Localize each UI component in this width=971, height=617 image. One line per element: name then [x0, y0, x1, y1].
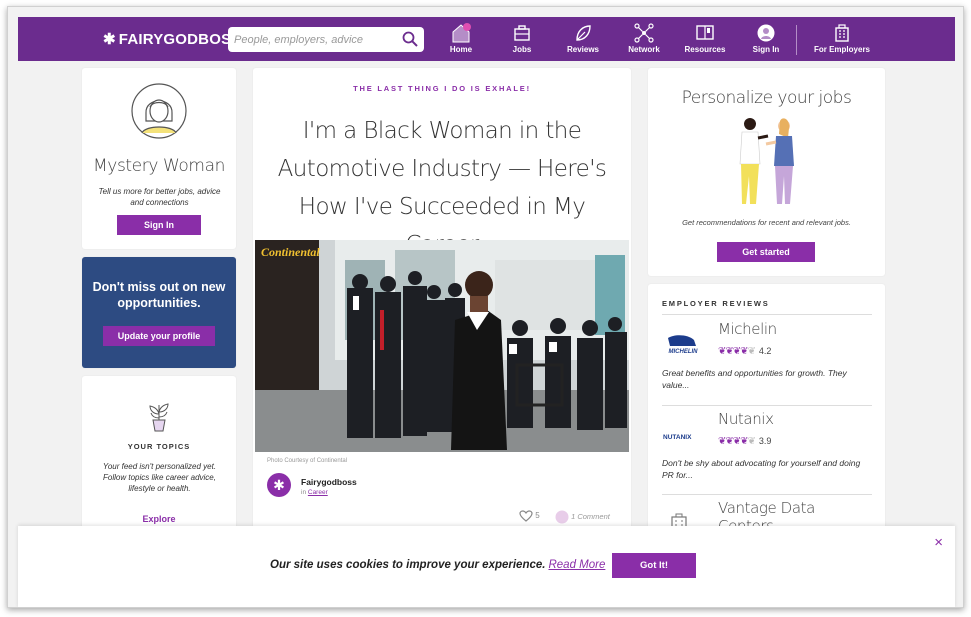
michelin-logo: MICHELIN — [662, 334, 704, 356]
divider — [662, 494, 872, 495]
top-navbar: ✱FAIRYGODBOSS Home Jobs Reviews Network … — [18, 17, 955, 61]
employer-rating: ❦❦❦❦❦ 3.9 — [718, 436, 771, 447]
profile-card: Mystery Woman Tell us more for better jo… — [82, 68, 236, 249]
nav-network[interactable]: Network — [614, 23, 674, 54]
nutanix-logo: NUTANIX — [662, 424, 704, 446]
search-icon[interactable] — [402, 31, 418, 47]
comment-icon — [555, 510, 569, 524]
heart-icon — [519, 510, 533, 522]
author-category: in Career — [301, 489, 328, 496]
rating-leaves-icon: ❦❦❦❦❦ — [718, 436, 756, 447]
personalize-subtitle: Get recommendations for recent and relev… — [682, 218, 851, 227]
nav-jobs[interactable]: Jobs — [492, 23, 552, 54]
nav-resources[interactable]: Resources — [675, 23, 735, 54]
personalize-title: Personalize your jobs — [681, 88, 852, 108]
search-box — [228, 27, 424, 52]
profile-name: Mystery Woman — [93, 156, 225, 176]
likes-count: 5 — [535, 511, 540, 521]
woman-avatar-icon — [131, 83, 187, 139]
sign-in-button[interactable]: Sign In — [117, 215, 201, 235]
women-talking-illustration — [739, 118, 794, 204]
home-icon — [452, 23, 471, 43]
avatar-icon — [757, 24, 775, 42]
search-input[interactable] — [234, 31, 394, 48]
update-profile-promo: Don't miss out on new opportunities. Upd… — [82, 257, 236, 368]
read-more-link[interactable]: Read More — [548, 559, 605, 571]
author-name[interactable]: Fairygodboss — [301, 477, 357, 487]
plant-icon — [149, 403, 169, 432]
update-profile-button[interactable]: Update your profile — [103, 326, 215, 346]
logo-star-icon: ✱ — [103, 31, 116, 48]
nav-home[interactable]: Home — [431, 23, 491, 54]
nav-sign-in[interactable]: Sign In — [736, 23, 796, 54]
got-it-button[interactable]: Got It! — [612, 553, 696, 578]
get-started-button[interactable]: Get started — [717, 242, 815, 262]
topics-card: YOUR TOPICS Your feed isn't personalized… — [82, 376, 236, 536]
employer-reviews-card: EMPLOYER REVIEWS MICHELIN Michelin ❦❦❦❦❦… — [648, 284, 885, 538]
logo-text: FAIRYGODBOSS — [118, 31, 242, 48]
comments[interactable]: 1 Comment — [555, 510, 610, 524]
rating-value: 4.2 — [758, 346, 772, 356]
michelin-logo-icon: MICHELIN — [668, 335, 699, 355]
nav-home-label: Home — [449, 45, 473, 54]
nutanix-logo-icon: NUTANIX — [663, 434, 692, 441]
briefcase-icon — [514, 25, 530, 41]
photo-credit: Photo Courtesy of Continental — [267, 458, 348, 464]
michelin-logo-text: MICHELIN — [669, 349, 699, 355]
leaf-icon — [576, 25, 591, 41]
employer-rating: ❦❦❦❦❦ 4.2 — [718, 346, 771, 357]
nutanix-logo-text: NUTANIX — [663, 434, 692, 441]
article-card[interactable]: THE LAST THING I DO IS EXHALE! I'm a Bla… — [253, 68, 631, 538]
nav-for-employers[interactable]: For Employers — [806, 23, 878, 54]
in-label: in — [301, 489, 307, 496]
category-link[interactable]: Career — [308, 489, 328, 496]
nav-reviews-label: Reviews — [566, 45, 600, 54]
article-photo[interactable]: Continental — [255, 240, 629, 452]
network-icon — [634, 23, 654, 43]
svg-text:✱: ✱ — [273, 478, 285, 494]
comments-count: 1 Comment — [571, 511, 610, 521]
article-photo-illustration: Continental — [255, 240, 629, 452]
employer-name[interactable]: Nutanix — [718, 410, 774, 428]
likes[interactable]: 5 — [519, 510, 540, 522]
review-snippet: Great benefits and opportunities for gro… — [662, 368, 847, 390]
topics-heading: YOUR TOPICS — [127, 442, 191, 451]
nav-reviews[interactable]: Reviews — [553, 23, 613, 54]
topics-text: Your feed isn't personalized yet. Follow… — [102, 462, 217, 493]
employer-reviews-heading: EMPLOYER REVIEWS — [662, 299, 770, 308]
personalize-card: Personalize your jobs Get recommendation… — [648, 68, 885, 276]
cookie-banner: Our site uses cookies to improve your ex… — [18, 526, 955, 607]
explore-link[interactable]: Explore — [82, 514, 236, 524]
rating-leaves-icon: ❦❦❦❦❦ — [718, 346, 756, 357]
divider — [662, 314, 872, 315]
nav-network-label: Network — [628, 45, 660, 54]
site-logo[interactable]: ✱ FAIRYGODBOSS — [103, 30, 241, 48]
cookie-message: Our site uses cookies to improve your ex… — [270, 559, 605, 571]
nav-sign-in-label: Sign In — [752, 45, 780, 54]
close-icon[interactable]: × — [934, 534, 943, 551]
rating-value: 3.9 — [758, 436, 772, 446]
promo-title: Don't miss out on new opportunities. — [92, 280, 226, 310]
building-icon — [835, 24, 849, 42]
nav-jobs-label: Jobs — [512, 45, 532, 54]
cookie-text: Our site uses cookies to improve your ex… — [270, 559, 546, 571]
book-icon — [696, 25, 714, 40]
review-snippet: Don't be shy about advocating for yourse… — [662, 458, 861, 480]
nav-divider — [796, 25, 797, 55]
author-avatar[interactable]: ✱ — [267, 473, 291, 497]
fairy-logo-icon: ✱ — [273, 478, 285, 494]
employer-name[interactable]: Michelin — [718, 320, 777, 338]
nav-for-employers-label: For Employers — [813, 45, 870, 54]
nav-resources-label: Resources — [684, 45, 726, 54]
profile-subtitle: Tell us more for better jobs, advice and… — [98, 187, 221, 207]
browser-frame: ✱FAIRYGODBOSS Home Jobs Reviews Network … — [7, 6, 964, 608]
article-kicker: THE LAST THING I DO IS EXHALE! — [353, 84, 531, 93]
divider — [662, 405, 872, 406]
photo-sign: Continental — [261, 245, 320, 259]
